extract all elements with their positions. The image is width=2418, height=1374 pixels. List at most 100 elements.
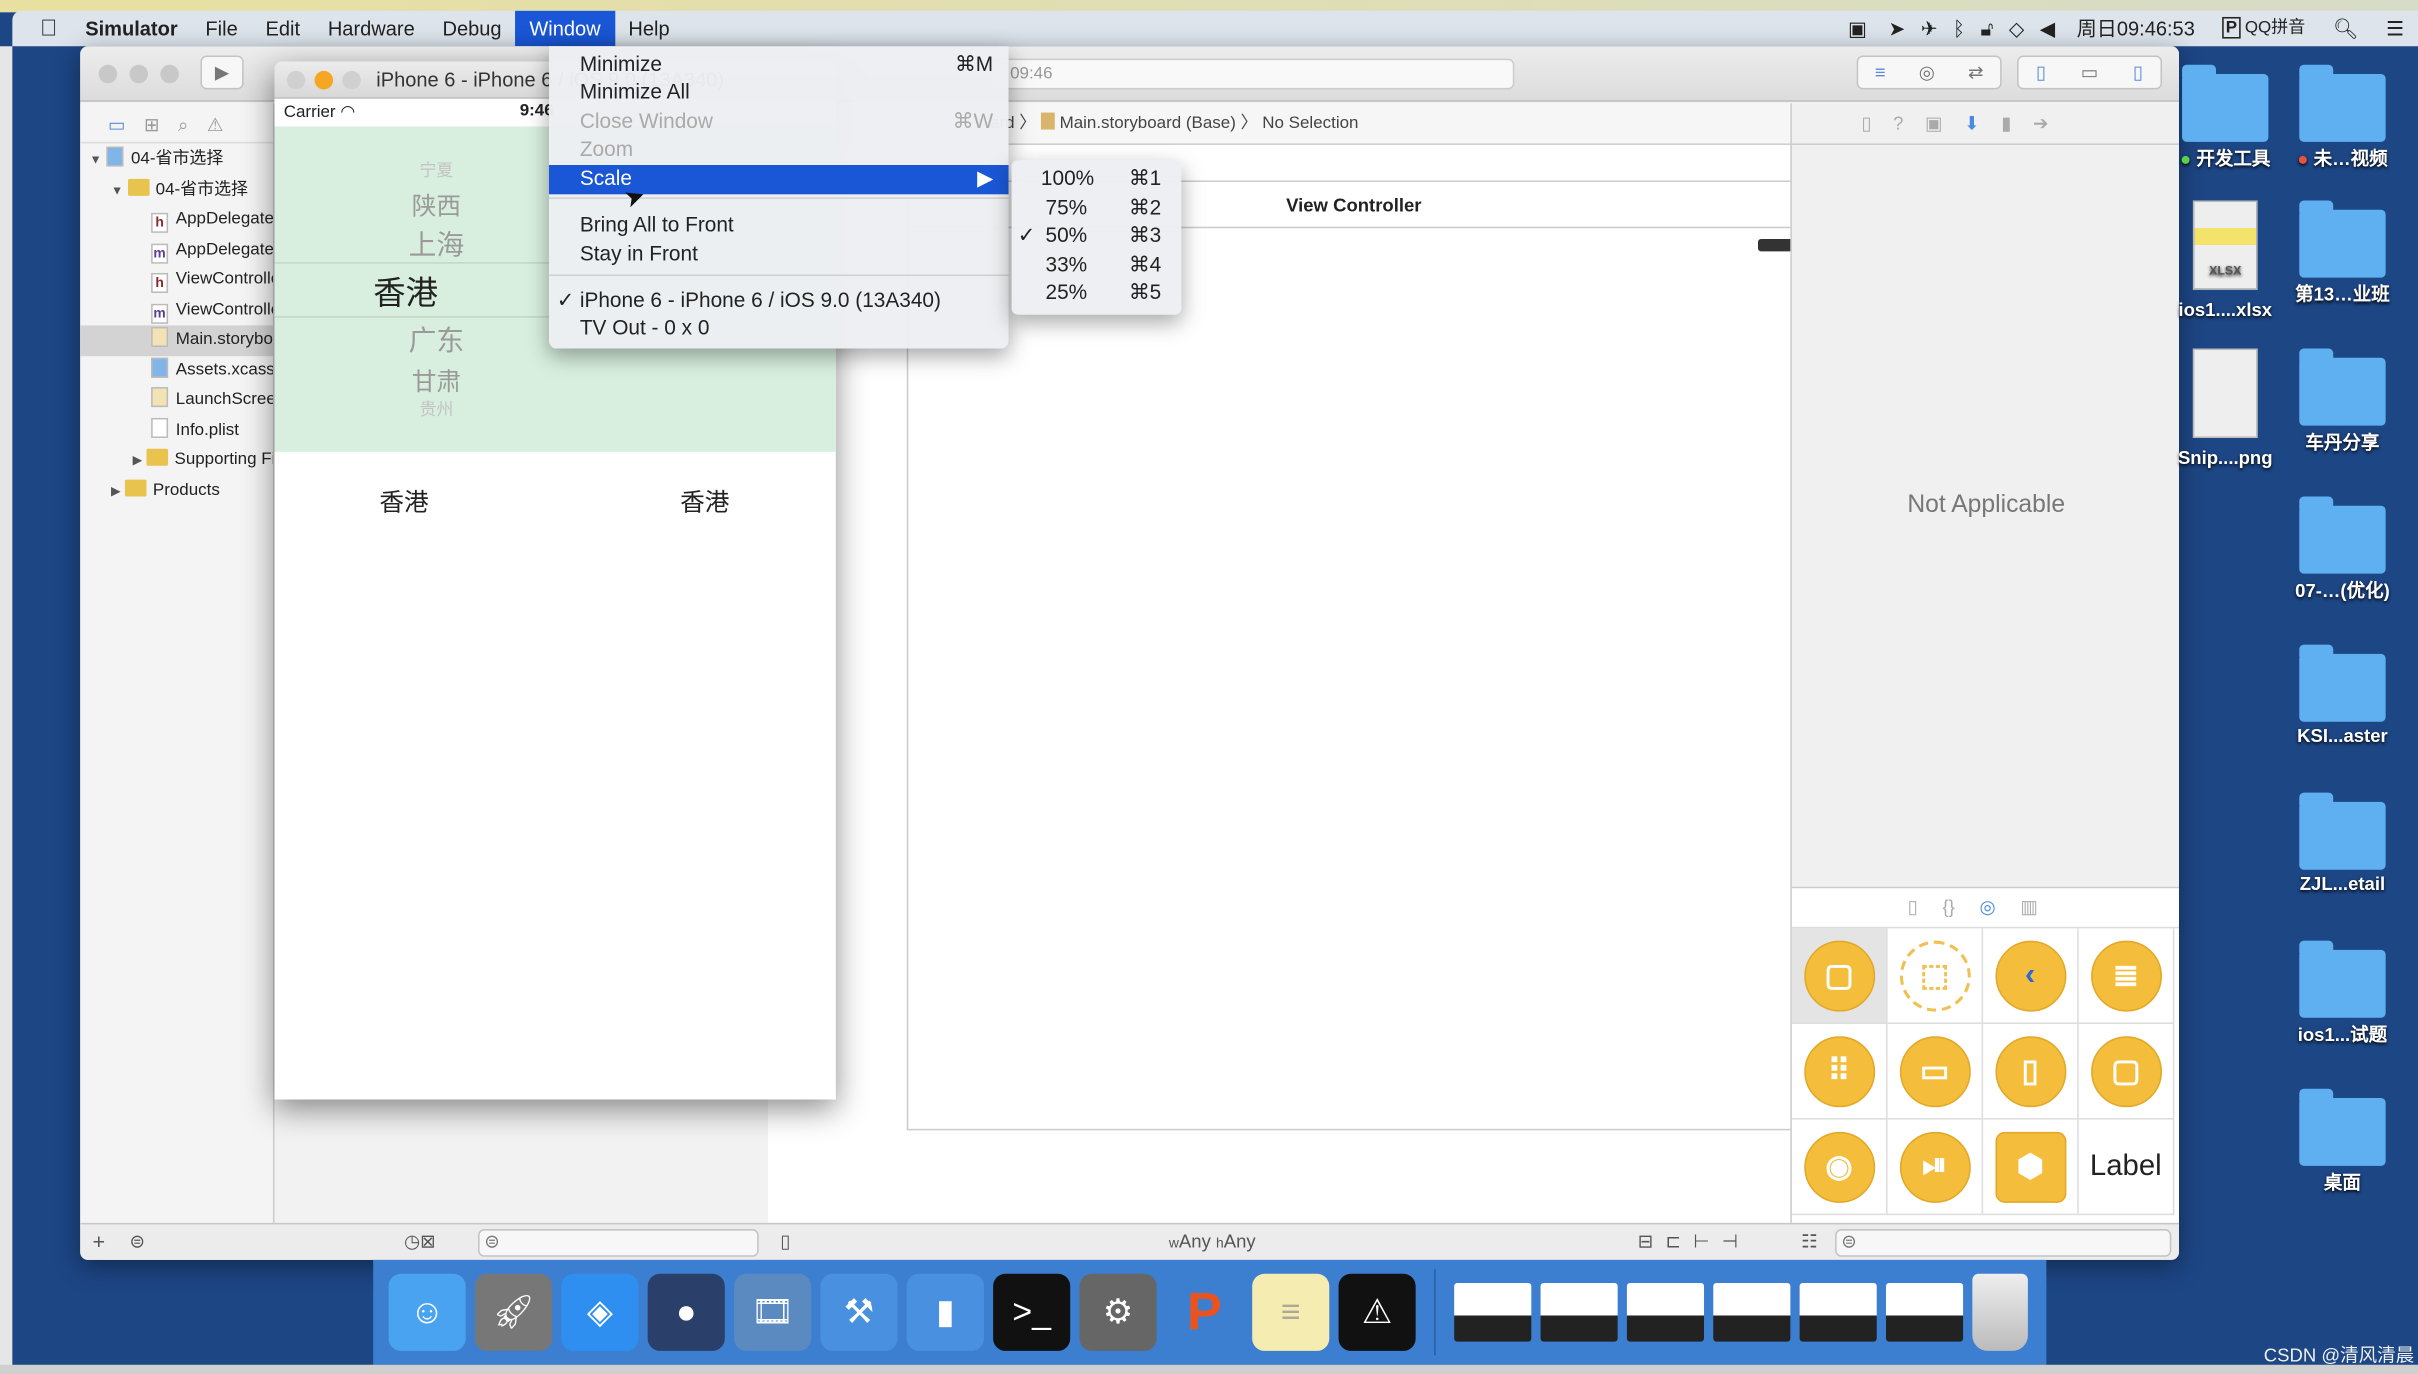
menu-item-tv-out-0-x-0[interactable]: TV Out - 0 x 0 xyxy=(549,315,1009,344)
menu-item-minimize-all[interactable]: Minimize All xyxy=(549,79,1009,108)
terminal-icon[interactable]: >_ xyxy=(993,1273,1071,1351)
menu-app[interactable]: Simulator xyxy=(71,11,191,46)
folder-tab-icon[interactable]: ▭ xyxy=(108,114,125,142)
mouse-icon[interactable]: ● xyxy=(647,1273,725,1351)
breadcrumb-item[interactable]: No Selection xyxy=(1262,114,1358,133)
library-item[interactable]: Label xyxy=(2078,1119,2175,1216)
file-template-icon[interactable]: ▯ xyxy=(1908,896,1918,927)
library-item[interactable]: ⏯ xyxy=(1887,1119,1984,1216)
file-tree-item[interactable]: ▼ 04-省市选择 xyxy=(80,145,273,175)
system-preferences-icon[interactable]: ⚙ xyxy=(1079,1273,1157,1351)
library-item[interactable]: ▯ xyxy=(1983,1023,2079,1120)
code-snippet-icon[interactable]: {} xyxy=(1942,896,1954,927)
picker-row[interactable]: 贵州 xyxy=(274,396,598,421)
close-button[interactable] xyxy=(286,70,306,90)
library-filter-field[interactable]: ⊜ xyxy=(1835,1229,2172,1257)
filter-icon[interactable]: ⊜ xyxy=(130,1231,146,1253)
library-item[interactable]: ▭ xyxy=(1887,1023,1984,1120)
simulator-icon[interactable]: ▮ xyxy=(906,1273,984,1351)
file-tree-item[interactable]: ▶ Products xyxy=(80,476,273,506)
symbol-tab-icon[interactable]: ⊞ xyxy=(144,114,160,142)
menu-window[interactable]: Window xyxy=(515,10,615,47)
minimize-button[interactable] xyxy=(314,70,334,90)
debug-toggle-icon[interactable]: ▭ xyxy=(2081,57,2098,88)
location-icon[interactable]: ➤ xyxy=(1881,11,1913,46)
disclosure-arrow-icon[interactable]: ▼ xyxy=(111,183,123,197)
help-inspector-icon[interactable]: ? xyxy=(1893,113,1903,144)
zoom-button[interactable] xyxy=(342,70,361,90)
launchpad-icon[interactable]: 🚀︎ xyxy=(474,1273,553,1351)
outline-filter-field[interactable]: ⊜ xyxy=(478,1229,759,1257)
wifi-icon[interactable]: ◇ xyxy=(2001,11,2032,46)
minimized-window-5-icon[interactable] xyxy=(1799,1283,1877,1342)
console-icon[interactable]: ⚠ xyxy=(1338,1273,1416,1351)
desktop-item[interactable]: ● 未…视频 xyxy=(2284,64,2401,171)
library-item[interactable]: ▢ xyxy=(2078,1023,2175,1120)
file-tree-item[interactable]: LaunchScreen.storyboard xyxy=(80,386,273,416)
minimized-window-1-icon[interactable] xyxy=(1454,1283,1532,1342)
version-editor-icon[interactable]: ⇄ xyxy=(1968,57,1984,88)
assistant-editor-icon[interactable]: ◎ xyxy=(1919,57,1935,88)
scale-option[interactable]: 100% ⌘1 xyxy=(1012,165,1182,194)
scale-option[interactable]: ✓ 50% ⌘3 xyxy=(1012,222,1182,251)
minimized-window-2-icon[interactable] xyxy=(1540,1283,1618,1342)
apple-icon[interactable]:  xyxy=(12,11,71,46)
menu-hardware[interactable]: Hardware xyxy=(314,11,429,46)
standard-editor-icon[interactable]: ≡ xyxy=(1875,57,1886,88)
file-tree-item[interactable]: ▶ Supporting Files xyxy=(80,446,273,476)
desktop-item[interactable]: KSI...aster xyxy=(2284,644,2401,746)
picker-row-selected[interactable]: 香港 xyxy=(274,268,567,314)
library-item[interactable]: ⠿ xyxy=(1791,1023,1888,1120)
input-method[interactable]: P QQ拼音 xyxy=(2209,11,2319,46)
photo-booth-icon[interactable]: 🎞︎ xyxy=(734,1273,812,1351)
media-library-icon[interactable]: ▥ xyxy=(2020,896,2037,927)
desktop-item[interactable]: 07-…(优化) xyxy=(2284,496,2401,603)
xcode-icon[interactable]: ⚒ xyxy=(820,1273,898,1351)
view-controller-scene[interactable]: View Controller xyxy=(906,180,1809,1131)
menu-item-bring-all-to-front[interactable]: Bring All to Front xyxy=(549,211,1009,240)
file-tree-item[interactable]: Main.storyboard xyxy=(80,325,273,356)
file-tree-item[interactable]: Info.plist xyxy=(80,416,273,446)
desktop-item[interactable]: Snip....png xyxy=(2167,348,2284,469)
minimized-window-4-icon[interactable] xyxy=(1713,1283,1791,1342)
menu-edit[interactable]: Edit xyxy=(252,11,314,46)
minimize-button[interactable] xyxy=(129,64,149,84)
object-library-icon[interactable]: ◎ xyxy=(1979,896,1995,927)
minimized-window-3-icon[interactable] xyxy=(1626,1283,1705,1342)
menu-debug[interactable]: Debug xyxy=(429,11,516,46)
scale-option[interactable]: 25% ⌘5 xyxy=(1012,279,1182,308)
scale-option[interactable]: 75% ⌘2 xyxy=(1012,194,1182,223)
library-item[interactable]: ‹ xyxy=(1983,928,2079,1024)
run-button[interactable]: ▶ xyxy=(200,55,244,90)
library-item[interactable]: ◉ xyxy=(1791,1119,1888,1216)
attributes-inspector-icon[interactable]: ⬇ xyxy=(1964,113,1980,144)
search-tab-icon[interactable]: ⌕ xyxy=(178,114,188,142)
notification-center-icon[interactable]: ☰ xyxy=(2372,11,2418,46)
menu-help[interactable]: Help xyxy=(615,11,684,46)
add-icon[interactable]: + xyxy=(93,1229,106,1254)
recent-filter-icon[interactable]: ◷⊠ xyxy=(404,1231,436,1253)
menu-item-minimize[interactable]: Minimize ⌘M xyxy=(549,51,1009,80)
volume-icon[interactable]: ◀ xyxy=(2032,11,2063,46)
disclosure-arrow-icon[interactable]: ▼ xyxy=(89,153,101,167)
utilities-toggle-icon[interactable]: ▯ xyxy=(2133,57,2143,88)
file-tree-item[interactable]: m ViewController.m xyxy=(80,295,273,325)
menu-item-iphone-6-iphone-6-ios-9-0-13a340-[interactable]: ✓ iPhone 6 - iPhone 6 / iOS 9.0 (13A340) xyxy=(549,287,1009,316)
picker-row[interactable]: 甘肃 xyxy=(274,361,598,398)
zoom-button[interactable] xyxy=(160,64,179,84)
desktop-item[interactable]: 第13…业班 xyxy=(2284,200,2401,306)
desktop-item[interactable]: ZJL...etail xyxy=(2284,792,2401,894)
document-outline-toggle-icon[interactable]: ▯ xyxy=(780,1231,790,1253)
navigator-toggle-icon[interactable]: ▯ xyxy=(2036,57,2046,88)
clock[interactable]: 周日09:46:53 xyxy=(2063,11,2209,46)
layout-tools[interactable]: ⊟⊏⊢⊣ xyxy=(1638,1231,1751,1253)
file-inspector-icon[interactable]: ▯ xyxy=(1861,113,1871,144)
finder-icon[interactable]: ☺ xyxy=(388,1273,466,1351)
desktop-item[interactable]: ● 开发工具 xyxy=(2167,64,2284,171)
menu-file[interactable]: File xyxy=(192,11,252,46)
desktop-item[interactable]: 车丹分享 xyxy=(2284,348,2401,455)
library-item[interactable]: ⬚ xyxy=(1887,928,1984,1024)
breadcrumb-item[interactable]: Main.storyboard (Base) xyxy=(1060,114,1236,133)
safari-icon[interactable]: ◈ xyxy=(561,1273,639,1351)
menu-item-scale[interactable]: Scale ▶ xyxy=(548,165,1009,194)
